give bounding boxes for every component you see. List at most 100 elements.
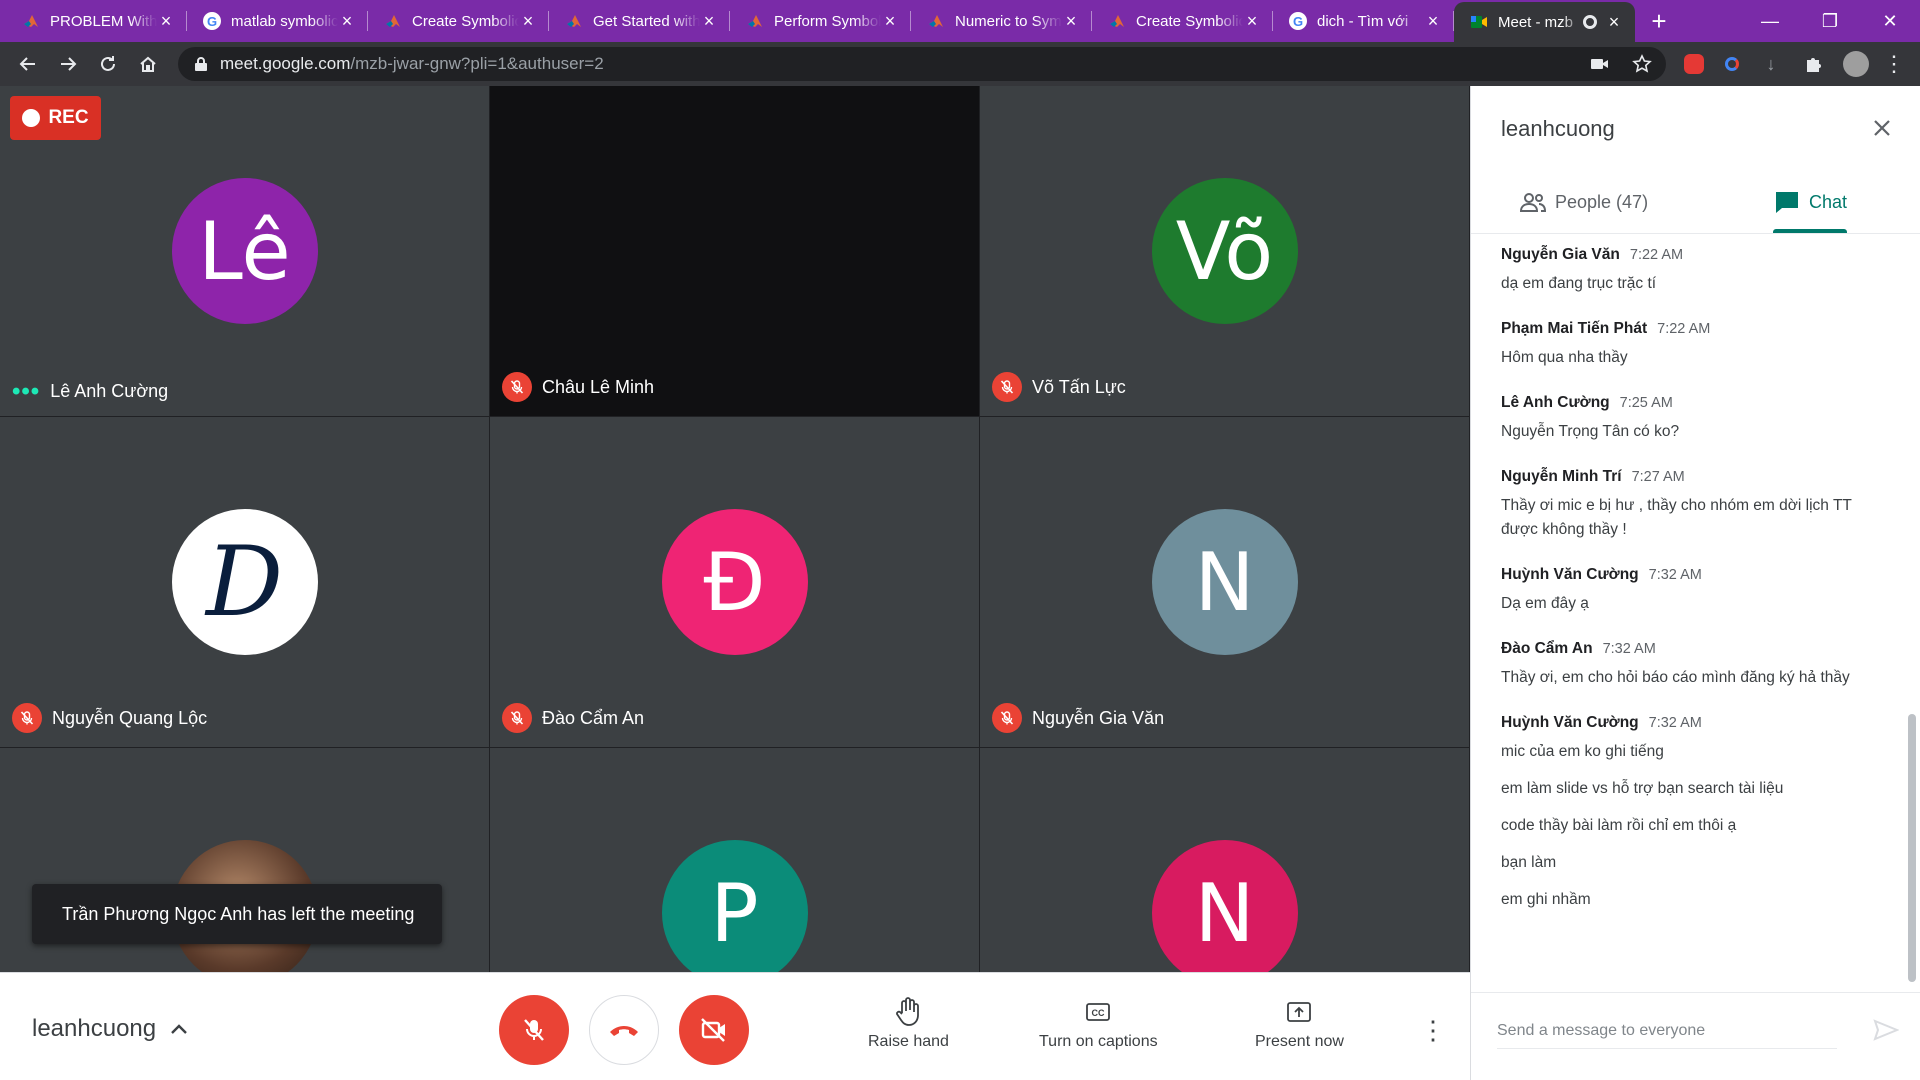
participant-nameplate: Đào Cẩm An xyxy=(502,703,644,733)
close-panel-button[interactable] xyxy=(1864,110,1900,146)
tab-chat[interactable]: Chat xyxy=(1774,182,1847,222)
browser-tab[interactable]: Perform Symbolic × xyxy=(730,0,911,42)
participant-tile[interactable]: Võ Võ Tấn Lực xyxy=(980,86,1469,416)
omnibox-actions xyxy=(1590,47,1652,81)
chat-timestamp: 7:22 AM xyxy=(1629,247,1684,263)
tab-close-icon[interactable]: × xyxy=(338,12,356,30)
raise-hand-button[interactable]: Raise hand xyxy=(868,997,949,1051)
chat-sender: Nguyễn Gia Văn xyxy=(1501,246,1620,263)
muted-indicator xyxy=(992,703,1022,733)
matlab-icon xyxy=(748,15,762,27)
tab-people[interactable]: People (47) xyxy=(1519,182,1648,222)
restore-button[interactable]: ❐ xyxy=(1800,0,1860,42)
home-button[interactable] xyxy=(128,44,168,84)
leave-call-button[interactable] xyxy=(589,995,659,1065)
participant-tile[interactable]: Châu Lê Minh xyxy=(490,86,979,416)
chat-timestamp: 7:22 AM xyxy=(1657,321,1711,337)
extensions-puzzle-icon[interactable] xyxy=(1798,42,1830,86)
tab-close-icon[interactable]: × xyxy=(1062,12,1080,30)
chat-sender: Huỳnh Văn Cường xyxy=(1501,566,1639,583)
new-tab-button[interactable]: + xyxy=(1641,0,1677,42)
google-icon: G xyxy=(1289,12,1307,30)
participant-tile[interactable]: D Nguyễn Quang Lộc xyxy=(0,417,489,747)
participant-avatar: N xyxy=(1151,840,1298,972)
recording-tab-icon xyxy=(1583,15,1597,29)
reload-button[interactable] xyxy=(88,44,128,84)
reload-icon xyxy=(101,56,115,71)
captions-button[interactable]: CC Turn on captions xyxy=(1039,997,1158,1051)
chat-text: Nguyễn Trọng Tân có ko? xyxy=(1501,423,1680,440)
chat-message-header: Lê Anh Cường 7:25 AM xyxy=(1501,394,1891,412)
tab-close-icon[interactable]: × xyxy=(157,12,175,30)
chat-sender: Phạm Mai Tiến Phát xyxy=(1501,320,1648,337)
chat-message-header: Nguyễn Minh Trí 7:27 AM xyxy=(1501,468,1891,486)
tab-title: Get Started with xyxy=(593,12,700,30)
participant-tile[interactable]: P xyxy=(490,748,979,972)
meet-icon xyxy=(1471,16,1487,28)
people-tab-label: People (47) xyxy=(1555,191,1649,212)
microphone-toggle-button[interactable] xyxy=(499,995,569,1065)
tab-title: Meet - mzb xyxy=(1498,13,1574,31)
tab-title: PROBLEM With xyxy=(50,12,157,30)
participant-nameplate: Nguyễn Quang Lộc xyxy=(12,703,207,733)
chat-text: bạn làm xyxy=(1501,854,1557,871)
browser-menu-icon[interactable]: ⋮ xyxy=(1878,42,1910,86)
video-grid: Lê ••• Lê Anh Cường Châu Lê Minh Võ Võ Tấn Lự… xyxy=(0,86,1470,972)
browser-tab[interactable]: Create Symbolic × xyxy=(1092,0,1273,42)
participant-tile[interactable]: N xyxy=(980,748,1469,972)
extension-icon[interactable] xyxy=(1716,42,1748,86)
puzzle-icon xyxy=(1807,58,1821,72)
browser-tab[interactable]: PROBLEM With × xyxy=(6,0,187,42)
adblock-extension-icon[interactable] xyxy=(1678,42,1710,86)
send-icon xyxy=(1873,1019,1900,1041)
browser-toolbar: meet.google.com/mzb-jwar-gnw?pli=1&authu… xyxy=(0,42,1920,86)
camera-toggle-button[interactable] xyxy=(679,995,749,1065)
present-now-button[interactable]: Present now xyxy=(1255,997,1344,1051)
muted-indicator xyxy=(992,372,1022,402)
camera-blocked-icon[interactable] xyxy=(1590,56,1610,72)
browser-tab[interactable]: Create Symbolic × xyxy=(368,0,549,42)
back-button[interactable] xyxy=(8,44,48,84)
download-icon[interactable]: ↓ xyxy=(1755,42,1787,86)
chat-text: em ghi nhầm xyxy=(1501,891,1591,908)
chat-message-header: Nguyễn Gia Văn 7:22 AM xyxy=(1501,246,1891,264)
chat-message: Đào Cẩm An 7:32 AM Thầy ơi, em cho hỏi báo… xyxy=(1501,640,1891,690)
tab-close-icon[interactable]: × xyxy=(1424,12,1442,30)
more-options-icon[interactable]: ⋮ xyxy=(1420,1015,1446,1046)
tab-close-icon[interactable]: × xyxy=(1605,13,1623,31)
chevron-up-icon xyxy=(171,1024,187,1034)
tab-close-icon[interactable]: × xyxy=(700,12,718,30)
participant-name: Đào Cẩm An xyxy=(542,707,645,728)
tab-close-icon[interactable]: × xyxy=(519,12,537,30)
meeting-details[interactable]: leanhcuong xyxy=(32,1015,188,1043)
tab-close-icon[interactable]: × xyxy=(1243,12,1261,30)
arrow-right-icon xyxy=(61,57,77,71)
participant-tile[interactable]: N Nguyễn Gia Văn xyxy=(980,417,1469,747)
chat-timestamp: 7:25 AM xyxy=(1619,395,1673,411)
chat-scrollbar[interactable] xyxy=(1908,714,1916,982)
chat-text: Hôm qua nha thầy xyxy=(1501,349,1628,366)
participant-tile[interactable]: Đ Đào Cẩm An xyxy=(490,417,979,747)
browser-tab[interactable]: Gdich - Tìm với × xyxy=(1273,0,1454,42)
chat-message: Phạm Mai Tiến Phát 7:22 AM Hôm qua nha thầ… xyxy=(1501,320,1891,370)
tab-favicon xyxy=(565,12,583,30)
tab-active[interactable]: Meet - mzb × xyxy=(1454,2,1635,42)
browser-tab[interactable]: Numeric to Symbolic× xyxy=(911,0,1092,42)
address-bar[interactable]: meet.google.com/mzb-jwar-gnw?pli=1&authu… xyxy=(178,47,1666,81)
close-window-button[interactable]: ✕ xyxy=(1860,0,1920,42)
chat-message-input[interactable] xyxy=(1497,1013,1837,1049)
tab-close-icon[interactable]: × xyxy=(881,12,899,30)
forward-button[interactable] xyxy=(48,44,88,84)
browser-tab[interactable]: Get Started with × xyxy=(549,0,730,42)
participant-avatar: Đ xyxy=(661,509,808,655)
send-message-button[interactable] xyxy=(1873,1019,1900,1046)
browser-tab[interactable]: Gmatlab symbolic × xyxy=(187,0,368,42)
chat-message-list[interactable]: Nguyễn Gia Văn 7:22 AM dạ em đang trục trặ… xyxy=(1501,246,1891,936)
tab-favicon: G xyxy=(203,12,221,30)
muted-indicator xyxy=(502,372,532,402)
bookmark-star-icon[interactable] xyxy=(1632,54,1652,74)
profile-avatar[interactable] xyxy=(1840,42,1872,86)
minimize-button[interactable]: — xyxy=(1740,0,1800,42)
tab-favicon xyxy=(384,12,402,30)
chat-tab-label: Chat xyxy=(1809,191,1848,212)
